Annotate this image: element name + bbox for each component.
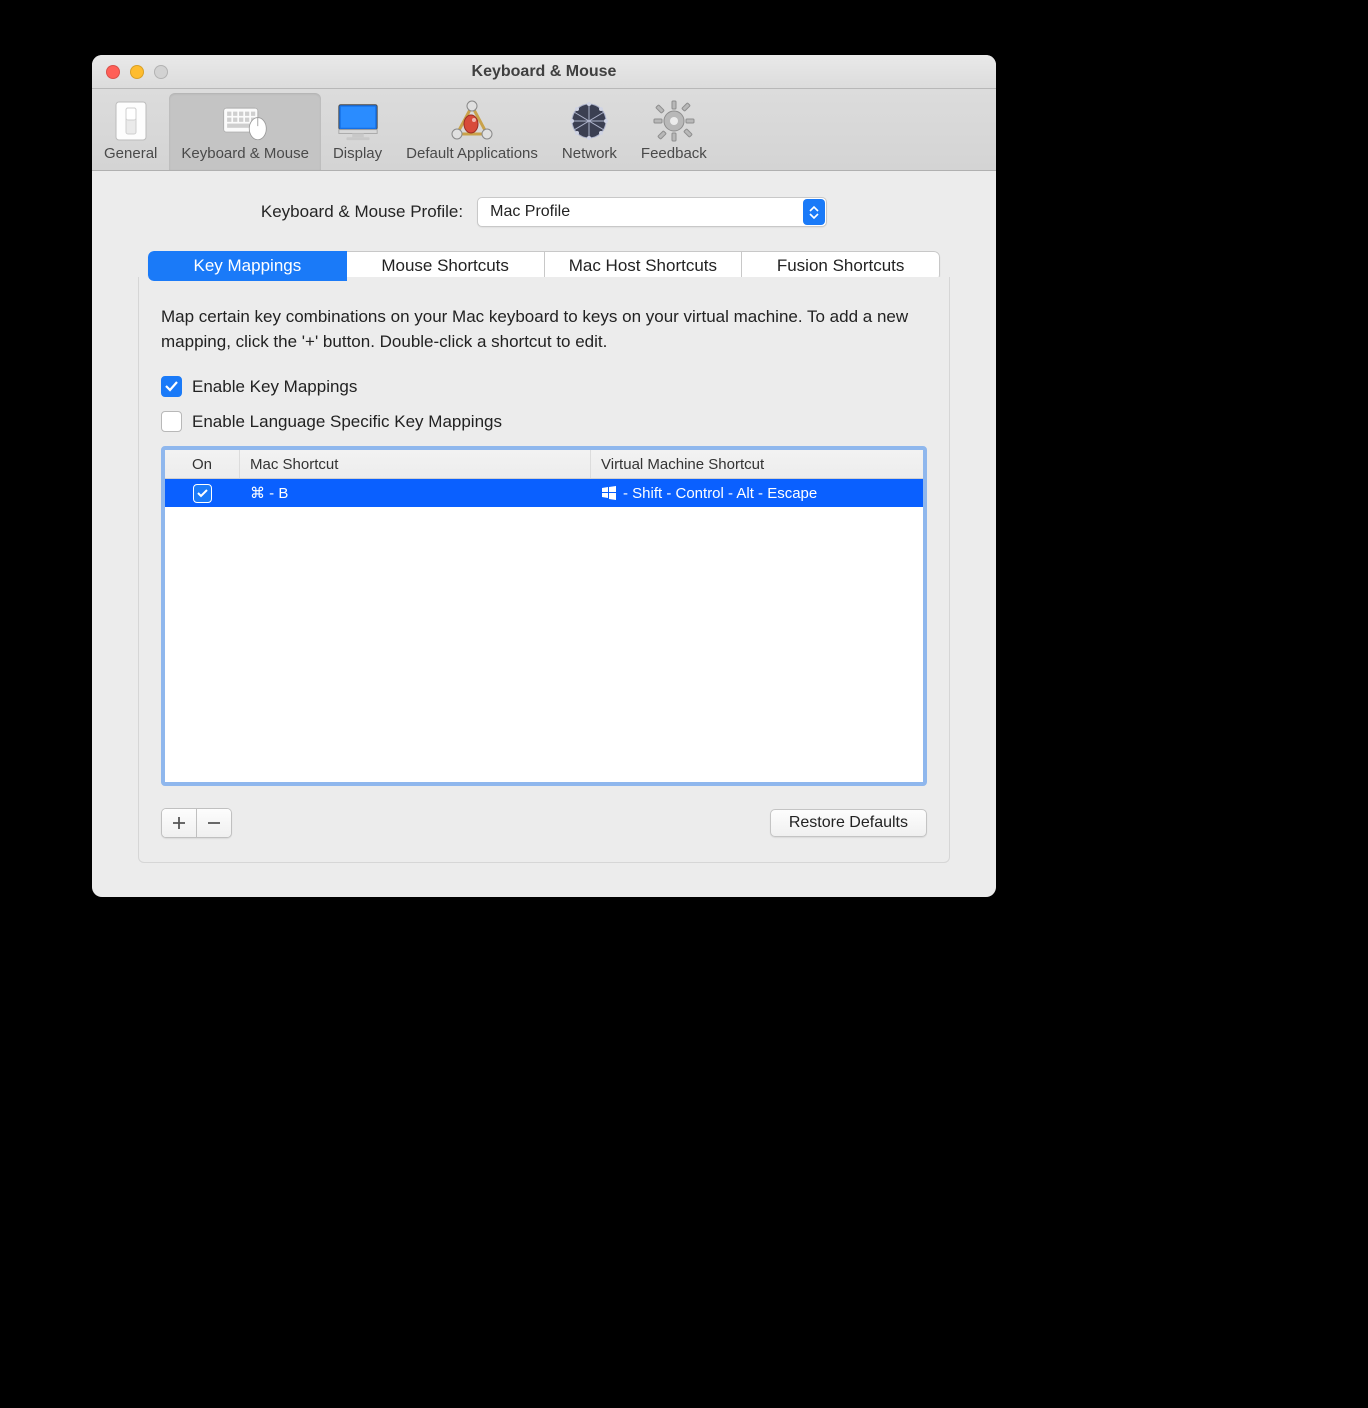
enable-key-mappings-row[interactable]: Enable Key Mappings xyxy=(161,376,927,397)
panel-footer: Restore Defaults xyxy=(161,808,927,838)
window-title: Keyboard & Mouse xyxy=(92,63,996,81)
apps-icon xyxy=(449,99,495,143)
toolbar-item-display[interactable]: Display xyxy=(321,93,394,170)
remove-button[interactable] xyxy=(197,809,231,837)
toolbar-item-general[interactable]: General xyxy=(92,93,169,170)
profile-value: Mac Profile xyxy=(478,203,802,221)
checkbox-label: Enable Language Specific Key Mappings xyxy=(192,412,502,432)
traffic-lights xyxy=(92,65,168,79)
zoom-button[interactable] xyxy=(154,65,168,79)
toolbar-label: General xyxy=(104,145,157,162)
titlebar: Keyboard & Mouse xyxy=(92,55,996,89)
toolbar-label: Keyboard & Mouse xyxy=(181,145,309,162)
add-remove-group xyxy=(161,808,232,838)
header-on[interactable]: On xyxy=(165,450,240,478)
gear-icon xyxy=(651,99,697,143)
toolbar-label: Feedback xyxy=(641,145,707,162)
checkbox-icon xyxy=(193,484,212,503)
minimize-button[interactable] xyxy=(130,65,144,79)
profile-row: Keyboard & Mouse Profile: Mac Profile xyxy=(138,197,950,227)
toolbar-label: Display xyxy=(333,145,382,162)
preferences-window: Keyboard & Mouse General xyxy=(92,55,996,897)
keyboard-mouse-icon xyxy=(222,99,268,143)
toolbar-item-feedback[interactable]: Feedback xyxy=(629,93,719,170)
header-vm[interactable]: Virtual Machine Shortcut xyxy=(591,450,923,478)
add-button[interactable] xyxy=(162,809,197,837)
checkbox-icon xyxy=(161,411,182,432)
tab-panel: Map certain key combinations on your Mac… xyxy=(138,277,950,863)
row-vm-text: - Shift - Control - Alt - Escape xyxy=(623,485,817,502)
description-text: Map certain key combinations on your Mac… xyxy=(161,305,927,354)
restore-defaults-button[interactable]: Restore Defaults xyxy=(770,809,927,837)
row-mac-cell: ⌘ - B xyxy=(240,479,591,507)
toolbar-label: Default Applications xyxy=(406,145,538,162)
profile-label: Keyboard & Mouse Profile: xyxy=(261,202,463,222)
row-vm-cell: - Shift - Control - Alt - Escape xyxy=(591,479,923,507)
mappings-table[interactable]: On Mac Shortcut Virtual Machine Shortcut… xyxy=(161,446,927,786)
toolbar-label: Network xyxy=(562,145,617,162)
switch-icon xyxy=(108,99,154,143)
prefs-toolbar: General Keyboard & Mouse xyxy=(92,89,996,171)
tab-key-mappings[interactable]: Key Mappings xyxy=(148,251,347,281)
plus-icon xyxy=(172,816,186,830)
row-on-cell[interactable] xyxy=(165,479,240,507)
checkbox-icon xyxy=(161,376,182,397)
enable-language-specific-row[interactable]: Enable Language Specific Key Mappings xyxy=(161,411,927,432)
toolbar-item-keyboard-mouse[interactable]: Keyboard & Mouse xyxy=(169,93,321,170)
display-icon xyxy=(335,99,381,143)
toolbar-item-default-applications[interactable]: Default Applications xyxy=(394,93,550,170)
minus-icon xyxy=(207,816,221,830)
windows-key-icon xyxy=(601,486,617,500)
toolbar-item-network[interactable]: Network xyxy=(550,93,629,170)
close-button[interactable] xyxy=(106,65,120,79)
profile-select[interactable]: Mac Profile xyxy=(477,197,827,227)
content-area: Keyboard & Mouse Profile: Mac Profile Ke… xyxy=(92,171,996,897)
header-mac[interactable]: Mac Shortcut xyxy=(240,450,591,478)
select-arrows-icon xyxy=(803,199,825,225)
table-row[interactable]: ⌘ - B - Shi xyxy=(165,479,923,507)
network-icon xyxy=(566,99,612,143)
table-header: On Mac Shortcut Virtual Machine Shortcut xyxy=(165,450,923,479)
checkbox-label: Enable Key Mappings xyxy=(192,377,357,397)
